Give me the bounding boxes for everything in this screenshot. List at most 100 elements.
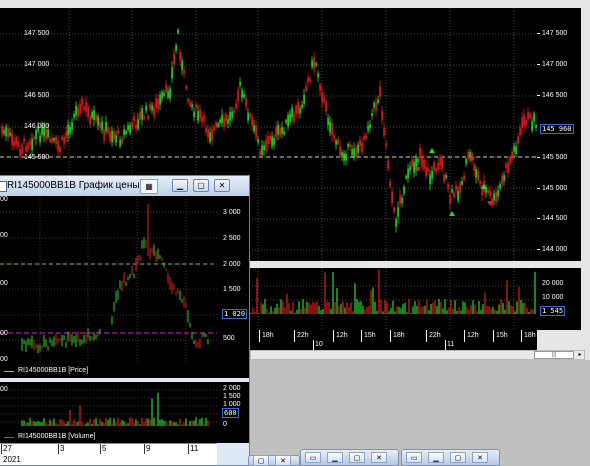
candle-body: [193, 111, 195, 118]
candle-body: [351, 149, 353, 156]
child-date-label: 27: [3, 444, 12, 453]
candle-body: [85, 102, 87, 112]
candle-body: [329, 121, 331, 133]
candle-body: [61, 136, 63, 141]
candle-body: [499, 184, 501, 189]
candle-body: [531, 121, 533, 131]
maximize-button[interactable]: ▢: [193, 179, 209, 192]
candle-body: [303, 94, 305, 104]
candle-body: [407, 168, 409, 179]
left-price-label: 147 000: [24, 61, 50, 68]
child-date-label: 3: [60, 444, 65, 453]
candle-body: [435, 167, 437, 172]
candle-body: [497, 190, 499, 197]
minimize-button[interactable]: ▁: [327, 452, 343, 463]
date-axis-label: 11: [447, 341, 455, 348]
candle-body: [135, 124, 137, 129]
minimized-window-2[interactable]: ▭ ▁ ▢ ✕: [300, 449, 399, 466]
candle-body: [91, 111, 93, 119]
candle-body: [127, 125, 129, 131]
candle-body: [465, 159, 467, 164]
scrollbar-thumb[interactable]: |||: [534, 351, 574, 359]
candle-body: [141, 108, 143, 120]
close-button[interactable]: ✕: [472, 452, 488, 463]
child-volume-legend: RI145000BB1B [Volume]: [0, 432, 249, 443]
child-price-label: 3 000: [223, 209, 241, 216]
candle-body: [289, 113, 291, 123]
child-volume-plot[interactable]: [0, 382, 217, 432]
candle-body: [385, 143, 387, 147]
candle-body: [413, 161, 415, 174]
chart-grid-icon[interactable]: ▦: [140, 179, 158, 194]
candle-body: [523, 114, 525, 127]
scroll-right-arrow-icon[interactable]: ▸: [576, 351, 584, 359]
child-chart-window[interactable]: RI145000BB1B График цены и ▦ ▁ ▢ ✕ 3 000…: [0, 175, 250, 466]
time-tick: [259, 330, 260, 342]
window-icon[interactable]: ▭: [406, 452, 422, 463]
time-tick: [464, 330, 465, 342]
candle-body: [105, 121, 107, 132]
candle-body: [371, 113, 373, 116]
candle-body: [463, 175, 465, 181]
candle-body: [301, 104, 303, 109]
candle-body: [349, 144, 351, 148]
candle-body: [311, 60, 313, 68]
candle-body: [319, 84, 321, 91]
candle-body: [79, 104, 81, 114]
child-window-title: RI145000BB1B График цены и: [7, 180, 148, 191]
minimized-window-1[interactable]: ▢ ✕: [248, 455, 300, 466]
restore-button[interactable]: ▢: [450, 452, 466, 463]
candle-body: [375, 102, 377, 111]
window-icon[interactable]: ▭: [305, 452, 321, 463]
candle-body: [359, 139, 361, 147]
volume-legend-text: RI145000BB1B [Volume]: [18, 433, 96, 440]
candle-body: [229, 111, 231, 121]
restore-button[interactable]: ▢: [253, 455, 269, 466]
minimized-window-3[interactable]: ▭ ▁ ▢ ✕: [401, 449, 500, 466]
candle-body: [461, 181, 463, 185]
child-left-label: 00: [0, 330, 8, 337]
candle-body: [305, 85, 307, 91]
candle-body: [275, 126, 277, 138]
candle-body: [205, 127, 207, 133]
candle-body: [123, 129, 125, 136]
candle-body: [343, 153, 345, 161]
time-axis-label: 15h: [496, 332, 508, 339]
candle-body: [155, 98, 157, 108]
candle-body: [455, 185, 457, 191]
minimize-button[interactable]: ▁: [428, 452, 444, 463]
candle-body: [493, 193, 495, 201]
candle-body: [297, 101, 299, 114]
child-window-titlebar[interactable]: RI145000BB1B График цены и ▦ ▁ ▢ ✕: [0, 176, 249, 196]
candle-body: [293, 113, 295, 122]
candle-body: [211, 128, 213, 141]
time-axis-label: 18h: [393, 332, 405, 339]
candle-body: [421, 155, 423, 167]
candle-body: [185, 85, 187, 89]
price-axis-label: 144 500: [542, 215, 568, 222]
restore-button[interactable]: ▢: [349, 452, 365, 463]
candle-body: [231, 111, 233, 118]
legend-line-icon: [4, 371, 14, 372]
candle-body: [427, 167, 429, 172]
date-tick: [100, 444, 101, 454]
date-tick: [313, 340, 314, 350]
child-price-plot[interactable]: [0, 196, 217, 364]
candle-body: [223, 118, 225, 127]
candle-body: [367, 125, 369, 131]
date-tick: [58, 444, 59, 454]
candle-body: [257, 139, 259, 143]
price-axis-label: 147 500: [542, 30, 568, 37]
time-tick: [333, 330, 334, 342]
candle-body: [117, 130, 119, 134]
close-button[interactable]: ✕: [275, 455, 291, 466]
candle-body: [369, 124, 371, 128]
candle-body: [235, 103, 237, 109]
main-scrollbar[interactable]: ||| ▸: [250, 350, 585, 360]
close-button[interactable]: ✕: [371, 452, 387, 463]
close-button[interactable]: ✕: [214, 179, 230, 192]
candle-body: [487, 189, 489, 193]
candle-body: [273, 138, 275, 146]
minimize-button[interactable]: ▁: [172, 179, 188, 192]
candle-body: [69, 126, 71, 134]
